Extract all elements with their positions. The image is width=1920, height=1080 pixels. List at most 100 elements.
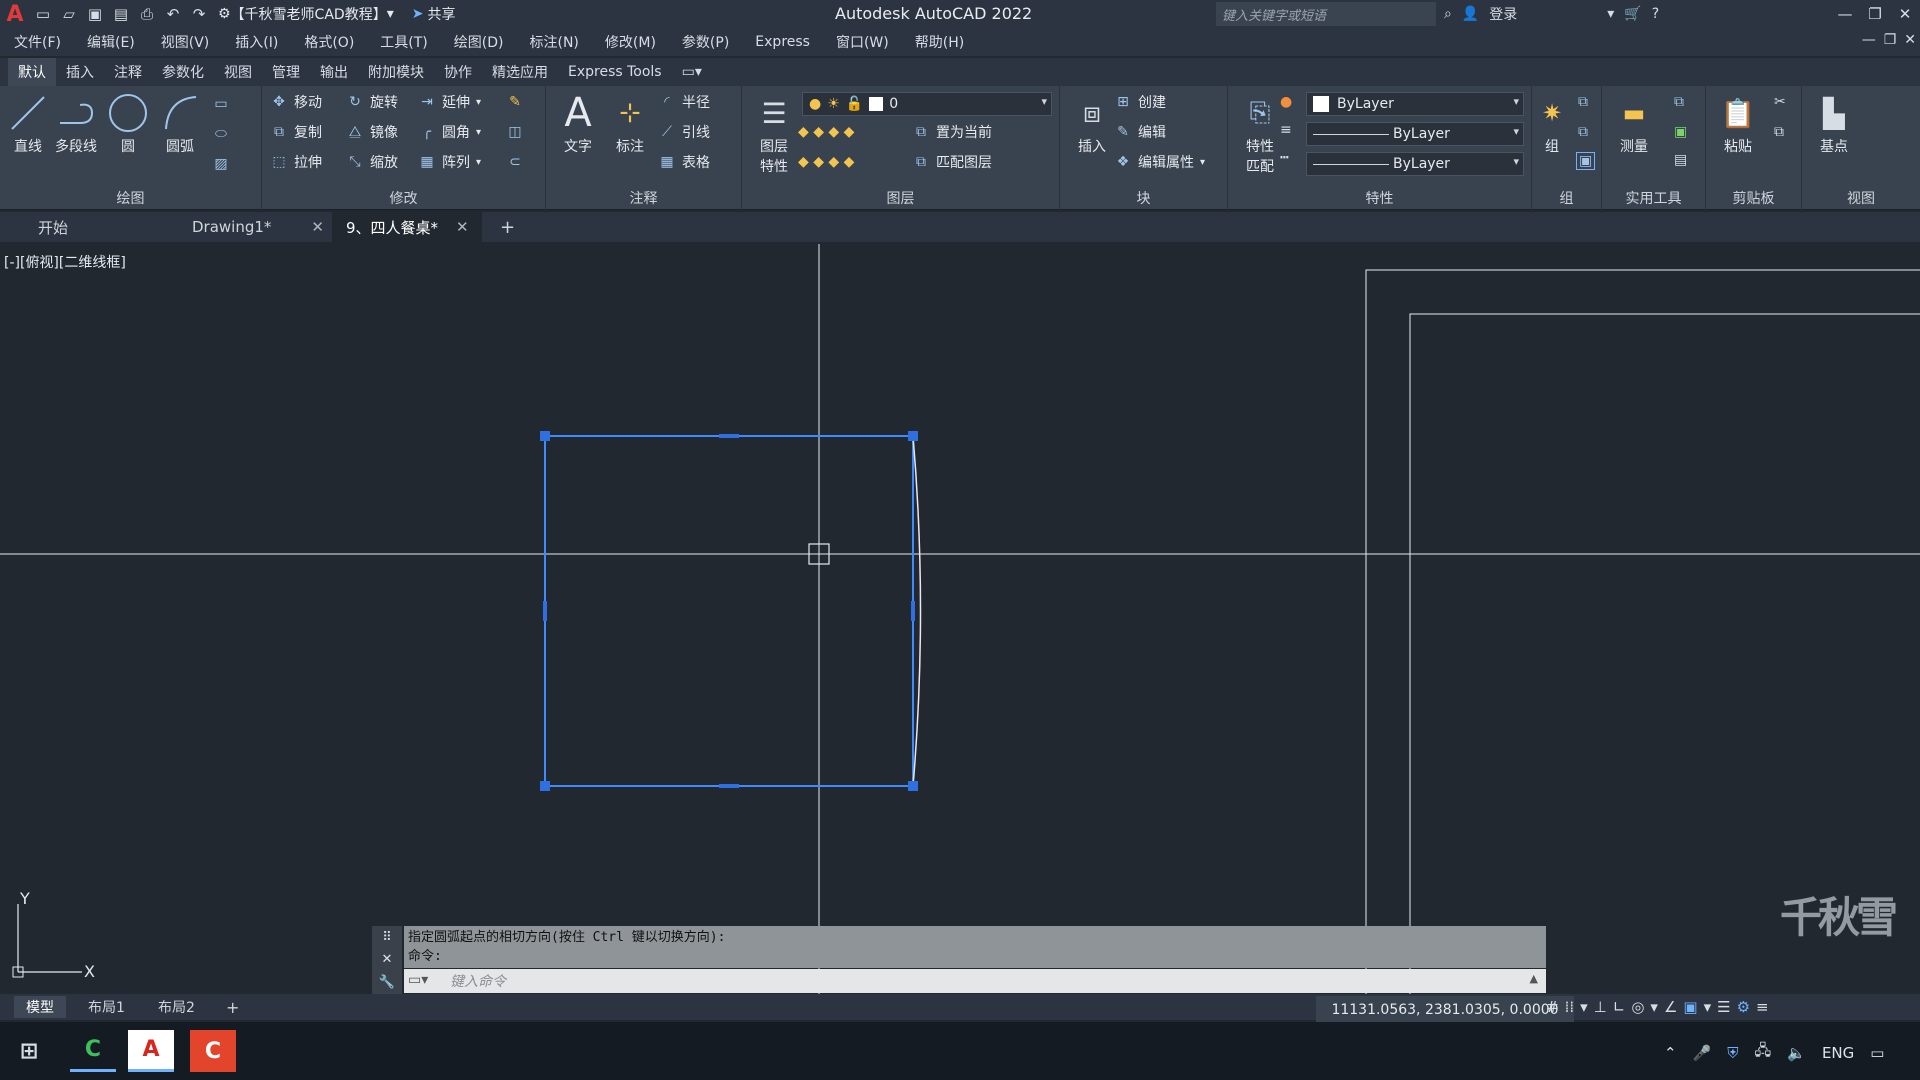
match-layer-button[interactable]: ⧉ 匹配图层 [912,150,992,174]
file-tab-drawing1[interactable]: Drawing1* ✕ [180,212,330,242]
tab-output[interactable]: 输出 [310,58,358,86]
array-button[interactable]: ▦ 阵列 ▾ [418,150,481,174]
chevron-up-icon[interactable]: ⌃ [1664,1044,1677,1062]
minimize-icon[interactable]: — [1830,0,1860,28]
offset-button[interactable]: ⊂ [506,150,524,174]
hatch-tool[interactable]: ▨ [212,152,230,176]
microphone-icon[interactable]: 🎤 [1693,1044,1712,1062]
explode-button[interactable]: ◫ [506,120,524,144]
restore-icon[interactable]: ❐ [1860,0,1890,28]
file-tab-start[interactable]: 开始 [20,212,180,242]
panel-title-layers[interactable]: 图层 [742,188,1059,208]
ungroup-icon[interactable]: ⧉ [1578,94,1588,110]
file-tab-table[interactable]: 9、四人餐桌* ✕ [332,212,482,242]
search-icon[interactable]: ⌕ [1444,6,1452,22]
rotate-button[interactable]: ↻ 旋转 [346,90,398,114]
tab-collaborate[interactable]: 协作 [434,58,482,86]
ribbon-toggle-icon[interactable]: ▭▾ [672,60,712,84]
autocad-logo-icon[interactable]: A [0,0,30,28]
menu-format[interactable]: 格式(O) [304,32,354,52]
layer-tools-row-2[interactable]: ◆ ◆ ◆ ◆ [798,150,854,174]
command-recent-icon[interactable]: ▭▾ [408,972,428,988]
measure-button[interactable]: ▬ 测量 [1606,90,1662,156]
text-button[interactable]: A 文字 [550,90,606,156]
redo-icon[interactable]: ↷ [186,2,212,26]
stretch-button[interactable]: ⬚ 拉伸 [270,150,322,174]
chevron-up-icon[interactable]: ▲ [1530,972,1538,985]
grip-bottom-mid[interactable] [719,784,739,788]
menu-draw[interactable]: 绘图(D) [454,32,504,52]
ortho-icon[interactable]: ∟ [1613,998,1626,1016]
lineweight-dropdown[interactable]: ByLayer ▾ [1306,122,1524,146]
layer-properties-button[interactable]: ☰ 图层 特性 [746,90,802,176]
lineweight-toggle-icon[interactable]: ☰ [1717,998,1730,1016]
layer-tools-row-1[interactable]: ◆ ◆ ◆ ◆ [798,120,854,144]
calculator-icon[interactable]: ▤ [1674,152,1687,168]
chevron-down-icon[interactable]: ▾ [1580,998,1588,1016]
tab-view[interactable]: 视图 [214,58,262,86]
cart-icon[interactable]: 🛒 [1624,6,1641,22]
camtasia-icon[interactable]: C [70,1030,116,1072]
select-all-icon[interactable]: ▣ [1674,124,1687,140]
workspace-selector[interactable]: ⚙ 【千秋雪老师CAD教程】 ▾ [218,4,394,24]
panel-title-modify[interactable]: 修改 [262,188,545,208]
menu-parametric[interactable]: 参数(P) [682,32,729,52]
close-command-icon[interactable]: ✕ [382,952,393,967]
edit-attributes-button[interactable]: ❖ 编辑属性 ▾ [1114,150,1205,174]
autocad-task-icon[interactable]: A [128,1030,174,1072]
command-input[interactable]: ▭▾ 键入命令 ▲ [404,969,1546,993]
new-tab-button[interactable]: + [500,212,524,242]
save-as-icon[interactable]: ▤ [108,2,134,26]
color-dropdown[interactable]: ByLayer ▾ [1306,92,1524,116]
circle-button[interactable]: 圆 [100,90,156,156]
create-block-button[interactable]: ⊞ 创建 [1114,90,1166,114]
tab-insert[interactable]: 插入 [56,58,104,86]
undo-icon[interactable]: ↶ [160,2,186,26]
close-tab-icon[interactable]: ✕ [311,218,324,236]
notification-icon[interactable]: ▭ [1870,1044,1884,1062]
menu-express[interactable]: Express [755,34,810,50]
panel-title-block[interactable]: 块 [1060,188,1227,208]
menu-insert[interactable]: 插入(I) [235,32,278,52]
tab-featured-apps[interactable]: 精选应用 [482,58,558,86]
mirror-button[interactable]: ⧋ 镜像 [346,120,398,144]
fillet-button[interactable]: ╭ 圆角 ▾ [418,120,481,144]
close-tab-icon[interactable]: ✕ [456,218,469,236]
share-button[interactable]: ➤ 共享 [412,4,456,24]
menu-modify[interactable]: 修改(M) [605,32,656,52]
menu-dimension[interactable]: 标注(N) [530,32,579,52]
menu-edit[interactable]: 编辑(E) [87,32,135,52]
panel-title-clipboard[interactable]: 剪贴板 [1706,188,1801,208]
insert-block-button[interactable]: ⧈ 插入 [1064,90,1120,156]
base-view-button[interactable]: ▙ 基点 [1806,90,1862,156]
recorder-icon[interactable]: C [190,1030,236,1072]
radius-button[interactable]: ◜ 半径 [658,90,710,114]
tab-addins[interactable]: 附加模块 [358,58,434,86]
move-button[interactable]: ✥ 移动 [270,90,322,114]
save-icon[interactable]: ▣ [82,2,108,26]
volume-icon[interactable]: 🔈 [1787,1044,1806,1062]
grip-bottom-left[interactable] [540,781,550,791]
grip-top-right[interactable] [908,431,918,441]
doc-restore-icon[interactable]: ❐ [1884,32,1897,48]
panel-title-utilities[interactable]: 实用工具 [1602,188,1705,208]
tab-layout1[interactable]: 布局1 [76,996,137,1018]
isodraft-icon[interactable]: ∠ [1664,998,1677,1016]
workspace-switch-icon[interactable]: ⚙ [1737,998,1750,1016]
tab-annotate[interactable]: 注释 [104,58,152,86]
plot-icon[interactable]: ⎙ [134,2,160,26]
arc-button[interactable]: 圆弧 [152,90,208,156]
coordinates-readout[interactable]: 11131.0563, 2381.0305, 0.0000 [1316,996,1574,1024]
group-button[interactable]: ✷ 组 [1532,90,1572,156]
grip-top-left[interactable] [540,431,550,441]
snap-icon[interactable]: ⁞⁞ [1565,998,1575,1016]
grid-icon[interactable]: # [1546,998,1559,1016]
cut-icon[interactable]: ✂ [1774,94,1786,110]
chevron-down-icon[interactable]: ▾ [1650,998,1658,1016]
menu-view[interactable]: 视图(V) [161,32,210,52]
new-file-icon[interactable]: ▭ [30,2,56,26]
set-current-button[interactable]: ⧉ 置为当前 [912,120,992,144]
linetype-dropdown[interactable]: ByLayer ▾ [1306,152,1524,176]
login-link[interactable]: 登录 [1489,4,1517,24]
panel-title-groups[interactable]: 组 [1532,188,1601,208]
